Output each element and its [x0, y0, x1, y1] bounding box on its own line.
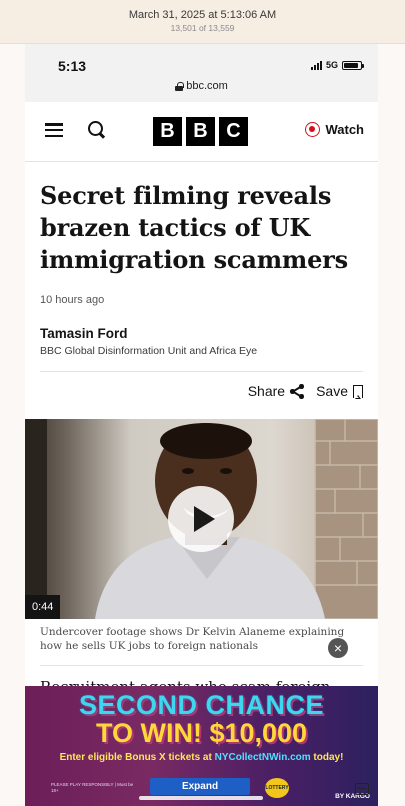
bbc-nav-bar: B B C Watch [25, 102, 378, 162]
ad-close-button[interactable]: × [328, 638, 348, 658]
viewer-gutter-left [0, 44, 25, 806]
ad-subtext-prefix: Enter eligible Bonus X tickets at [59, 752, 215, 763]
address-bar[interactable]: bbc.com [25, 80, 378, 92]
bookmark-icon [353, 384, 363, 399]
watch-label: Watch [325, 122, 364, 137]
lottery-logo: LOTTERY [265, 778, 289, 798]
article-timestamp: 10 hours ago [40, 294, 105, 306]
save-button[interactable]: Save [316, 383, 363, 399]
ad-banner[interactable]: SECOND CHANCE TO WIN! $10,000 Enter elig… [25, 686, 378, 806]
home-indicator[interactable] [139, 796, 263, 800]
ad-headline-1: SECOND CHANCE [78, 690, 325, 720]
author-name[interactable]: Tamasin Ford [40, 326, 363, 341]
battery-icon [342, 60, 364, 70]
logo-letter: C [219, 117, 248, 146]
save-label: Save [316, 383, 348, 399]
ad-headline-2: TO WIN! $10,000 [95, 718, 308, 748]
ad-fine-print: PLEASE PLAY RESPONSIBLY | Must be 18+ [51, 782, 134, 793]
play-icon[interactable] [168, 486, 234, 552]
signal-icon [310, 60, 322, 70]
phone-screen: 5:13 5G bbc.com B B C Watch Secret filmi… [25, 44, 378, 806]
bbc-logo[interactable]: B B C [153, 117, 248, 146]
watch-button[interactable]: Watch [305, 122, 364, 137]
status-time: 5:13 [58, 58, 87, 74]
photo-count: 13,501 of 13,559 [170, 23, 235, 33]
share-button[interactable]: Share [248, 383, 304, 399]
author-description: BBC Global Disinformation Unit and Afric… [40, 345, 258, 357]
hamburger-menu-icon[interactable] [45, 123, 63, 137]
screenshot-viewer: March 31, 2025 at 5:13:06 AM 13,501 of 1… [0, 0, 405, 806]
ad-subtext: Enter eligible Bonus X tickets at NYColl… [25, 752, 378, 763]
share-icon [290, 384, 304, 399]
ad-subtext-suffix: today! [310, 752, 344, 763]
lock-icon [175, 81, 184, 91]
logo-letter: B [186, 117, 215, 146]
network-label: 5G [325, 60, 338, 70]
article-header: Secret filming reveals brazen tactics of… [25, 180, 378, 399]
ad-subtext-link[interactable]: NYCollectNWin.com [215, 752, 311, 763]
divider [40, 371, 363, 372]
photo-date: March 31, 2025 at 5:13:06 AM [128, 9, 277, 21]
ad-expand-button[interactable]: Expand [150, 778, 250, 795]
viewer-gutter-right [378, 44, 405, 806]
article-headline: Secret filming reveals brazen tactics of… [40, 181, 348, 274]
live-text-icon[interactable] [355, 783, 369, 795]
video-player[interactable]: 0:44 [25, 419, 378, 619]
status-indicators: 5G [310, 60, 364, 70]
video-caption: Undercover footage shows Dr Kelvin Alane… [40, 626, 345, 652]
url-text: bbc.com [186, 80, 228, 92]
photo-info-header: March 31, 2025 at 5:13:06 AM 13,501 of 1… [0, 0, 405, 44]
video-duration: 0:44 [25, 595, 61, 619]
logo-letter: B [153, 117, 182, 146]
search-icon[interactable] [88, 121, 106, 139]
status-bar: 5:13 5G bbc.com [25, 44, 378, 102]
share-label: Share [247, 383, 286, 399]
share-save-row: Share Save [40, 383, 363, 399]
live-dot-icon [305, 122, 321, 137]
